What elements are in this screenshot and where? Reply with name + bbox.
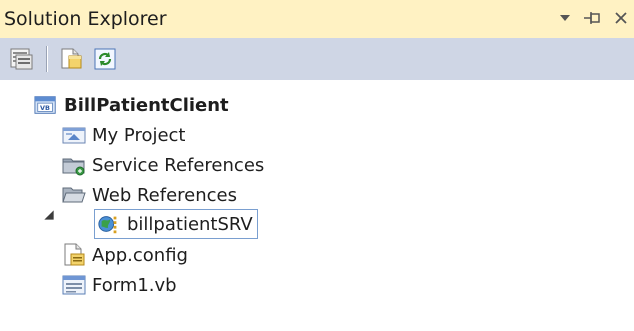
dropdown-icon[interactable] (556, 8, 574, 28)
form-icon (62, 273, 86, 297)
show-all-files-icon[interactable] (57, 45, 85, 73)
toolbar-separator (46, 46, 47, 72)
solution-explorer-titlebar: Solution Explorer (0, 0, 634, 38)
tree-root-billpatientclient[interactable]: VB BillPatientClient (34, 90, 229, 120)
tree-item-service-references[interactable]: Service References (62, 150, 264, 180)
tree-root-label: BillPatientClient (64, 94, 229, 116)
my-project-icon (62, 123, 86, 147)
pin-icon[interactable] (584, 8, 602, 28)
web-reference-icon (97, 212, 121, 236)
tree-item-label: Form1.vb (92, 274, 177, 296)
panel-title: Solution Explorer (4, 8, 167, 30)
tree-item-billpatientsrv[interactable]: billpatientSRV (94, 209, 258, 239)
config-file-icon (62, 243, 86, 267)
tree-item-form1-vb[interactable]: Form1.vb (62, 270, 177, 300)
tree-item-app-config[interactable]: App.config (62, 240, 188, 270)
svg-text:VB: VB (40, 104, 50, 112)
tree-item-label: App.config (92, 244, 188, 266)
tree-item-label: Service References (92, 154, 265, 176)
close-icon[interactable] (612, 8, 630, 28)
folder-open-icon (62, 183, 86, 207)
properties-icon[interactable] (8, 45, 36, 73)
title-controls (556, 8, 630, 28)
solution-tree: VB BillPatientClient My Project Service … (0, 80, 634, 331)
solution-explorer-toolbar (0, 38, 634, 80)
refresh-icon[interactable] (91, 45, 119, 73)
tree-item-label: Web References (92, 184, 237, 206)
tree-item-label: billpatientSRV (127, 213, 253, 235)
service-references-icon (62, 153, 86, 177)
expanded-triangle-icon[interactable] (42, 208, 56, 222)
tree-item-web-references[interactable]: Web References (62, 180, 237, 210)
tree-item-my-project[interactable]: My Project (62, 120, 186, 150)
vb-project-icon: VB (34, 93, 58, 117)
tree-item-label: My Project (92, 124, 186, 146)
